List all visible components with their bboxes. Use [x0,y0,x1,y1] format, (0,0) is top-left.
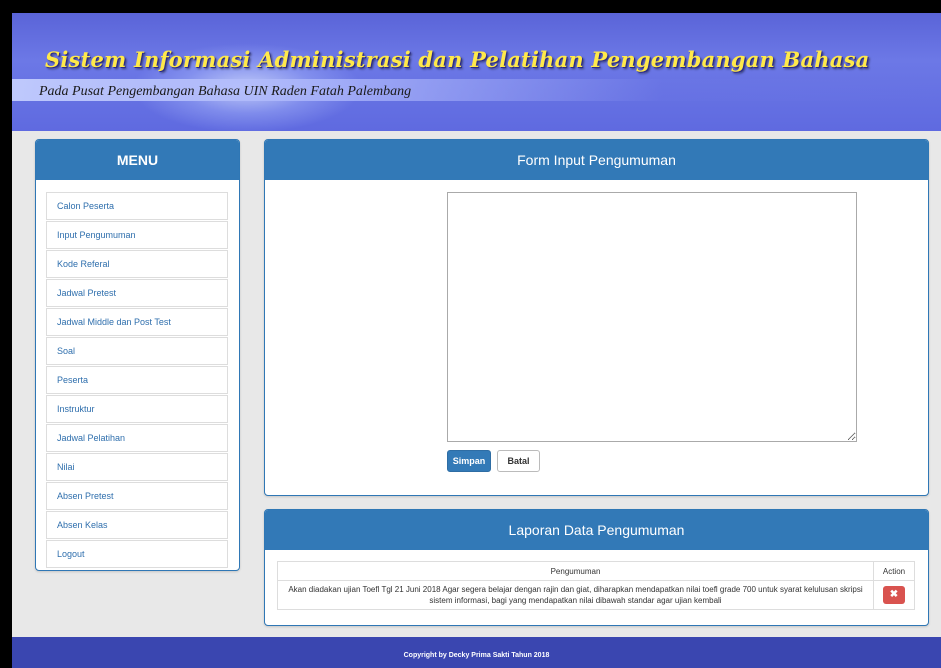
menu-item-instruktur[interactable]: Instruktur [46,395,228,423]
menu-item-calon-peserta[interactable]: Calon Peserta [46,192,228,220]
save-button[interactable]: Simpan [447,450,491,472]
menu-item-jadwal-pelatihan[interactable]: Jadwal Pelatihan [46,424,228,452]
footer: Copyright by Decky Prima Sakti Tahun 201… [12,637,941,668]
announcement-textarea[interactable] [447,192,857,442]
app-window: Sistem Informasi Administrasi dan Pelati… [12,13,941,668]
menu-item-absen-pretest[interactable]: Absen Pretest [46,482,228,510]
menu-item-kode-referal[interactable]: Kode Referal [46,250,228,278]
menu-item-absen-kelas[interactable]: Absen Kelas [46,511,228,539]
menu-list: Calon Peserta Input Pengumuman Kode Refe… [46,192,228,569]
table-row: Akan diadakan ujian Toefl Tgl 21 Juni 20… [277,580,915,610]
announcement-text-cell: Akan diadakan ujian Toefl Tgl 21 Juni 20… [277,580,874,610]
column-header-pengumuman: Pengumuman [277,561,874,581]
menu-item-logout[interactable]: Logout [46,540,228,568]
cancel-button[interactable]: Batal [497,450,540,472]
menu-item-soal[interactable]: Soal [46,337,228,365]
report-panel: Laporan Data Pengumuman Pengumuman Actio… [264,509,929,626]
column-header-action: Action [873,561,915,581]
site-title: Sistem Informasi Administrasi dan Pelati… [45,47,870,72]
menu-heading: MENU [36,140,239,180]
menu-item-peserta[interactable]: Peserta [46,366,228,394]
announcement-table: Pengumuman Action Akan diadakan ujian To… [277,561,915,610]
site-header: Sistem Informasi Administrasi dan Pelati… [12,13,941,133]
menu-item-jadwal-middle-post-test[interactable]: Jadwal Middle dan Post Test [46,308,228,336]
site-subtitle: Pada Pusat Pengembangan Bahasa UIN Raden… [39,84,412,99]
menu-item-input-pengumuman[interactable]: Input Pengumuman [46,221,228,249]
close-icon: ✖ [889,589,899,600]
delete-button[interactable]: ✖ [883,586,905,604]
menu-item-nilai[interactable]: Nilai [46,453,228,481]
form-panel: Form Input Pengumuman Simpan Batal [264,139,929,496]
form-heading: Form Input Pengumuman [265,140,928,180]
table-header-row: Pengumuman Action [277,561,915,581]
menu-panel: MENU Calon Peserta Input Pengumuman Kode… [35,139,240,571]
menu-item-jadwal-pretest[interactable]: Jadwal Pretest [46,279,228,307]
report-heading: Laporan Data Pengumuman [265,510,928,550]
action-cell: ✖ [873,580,915,610]
